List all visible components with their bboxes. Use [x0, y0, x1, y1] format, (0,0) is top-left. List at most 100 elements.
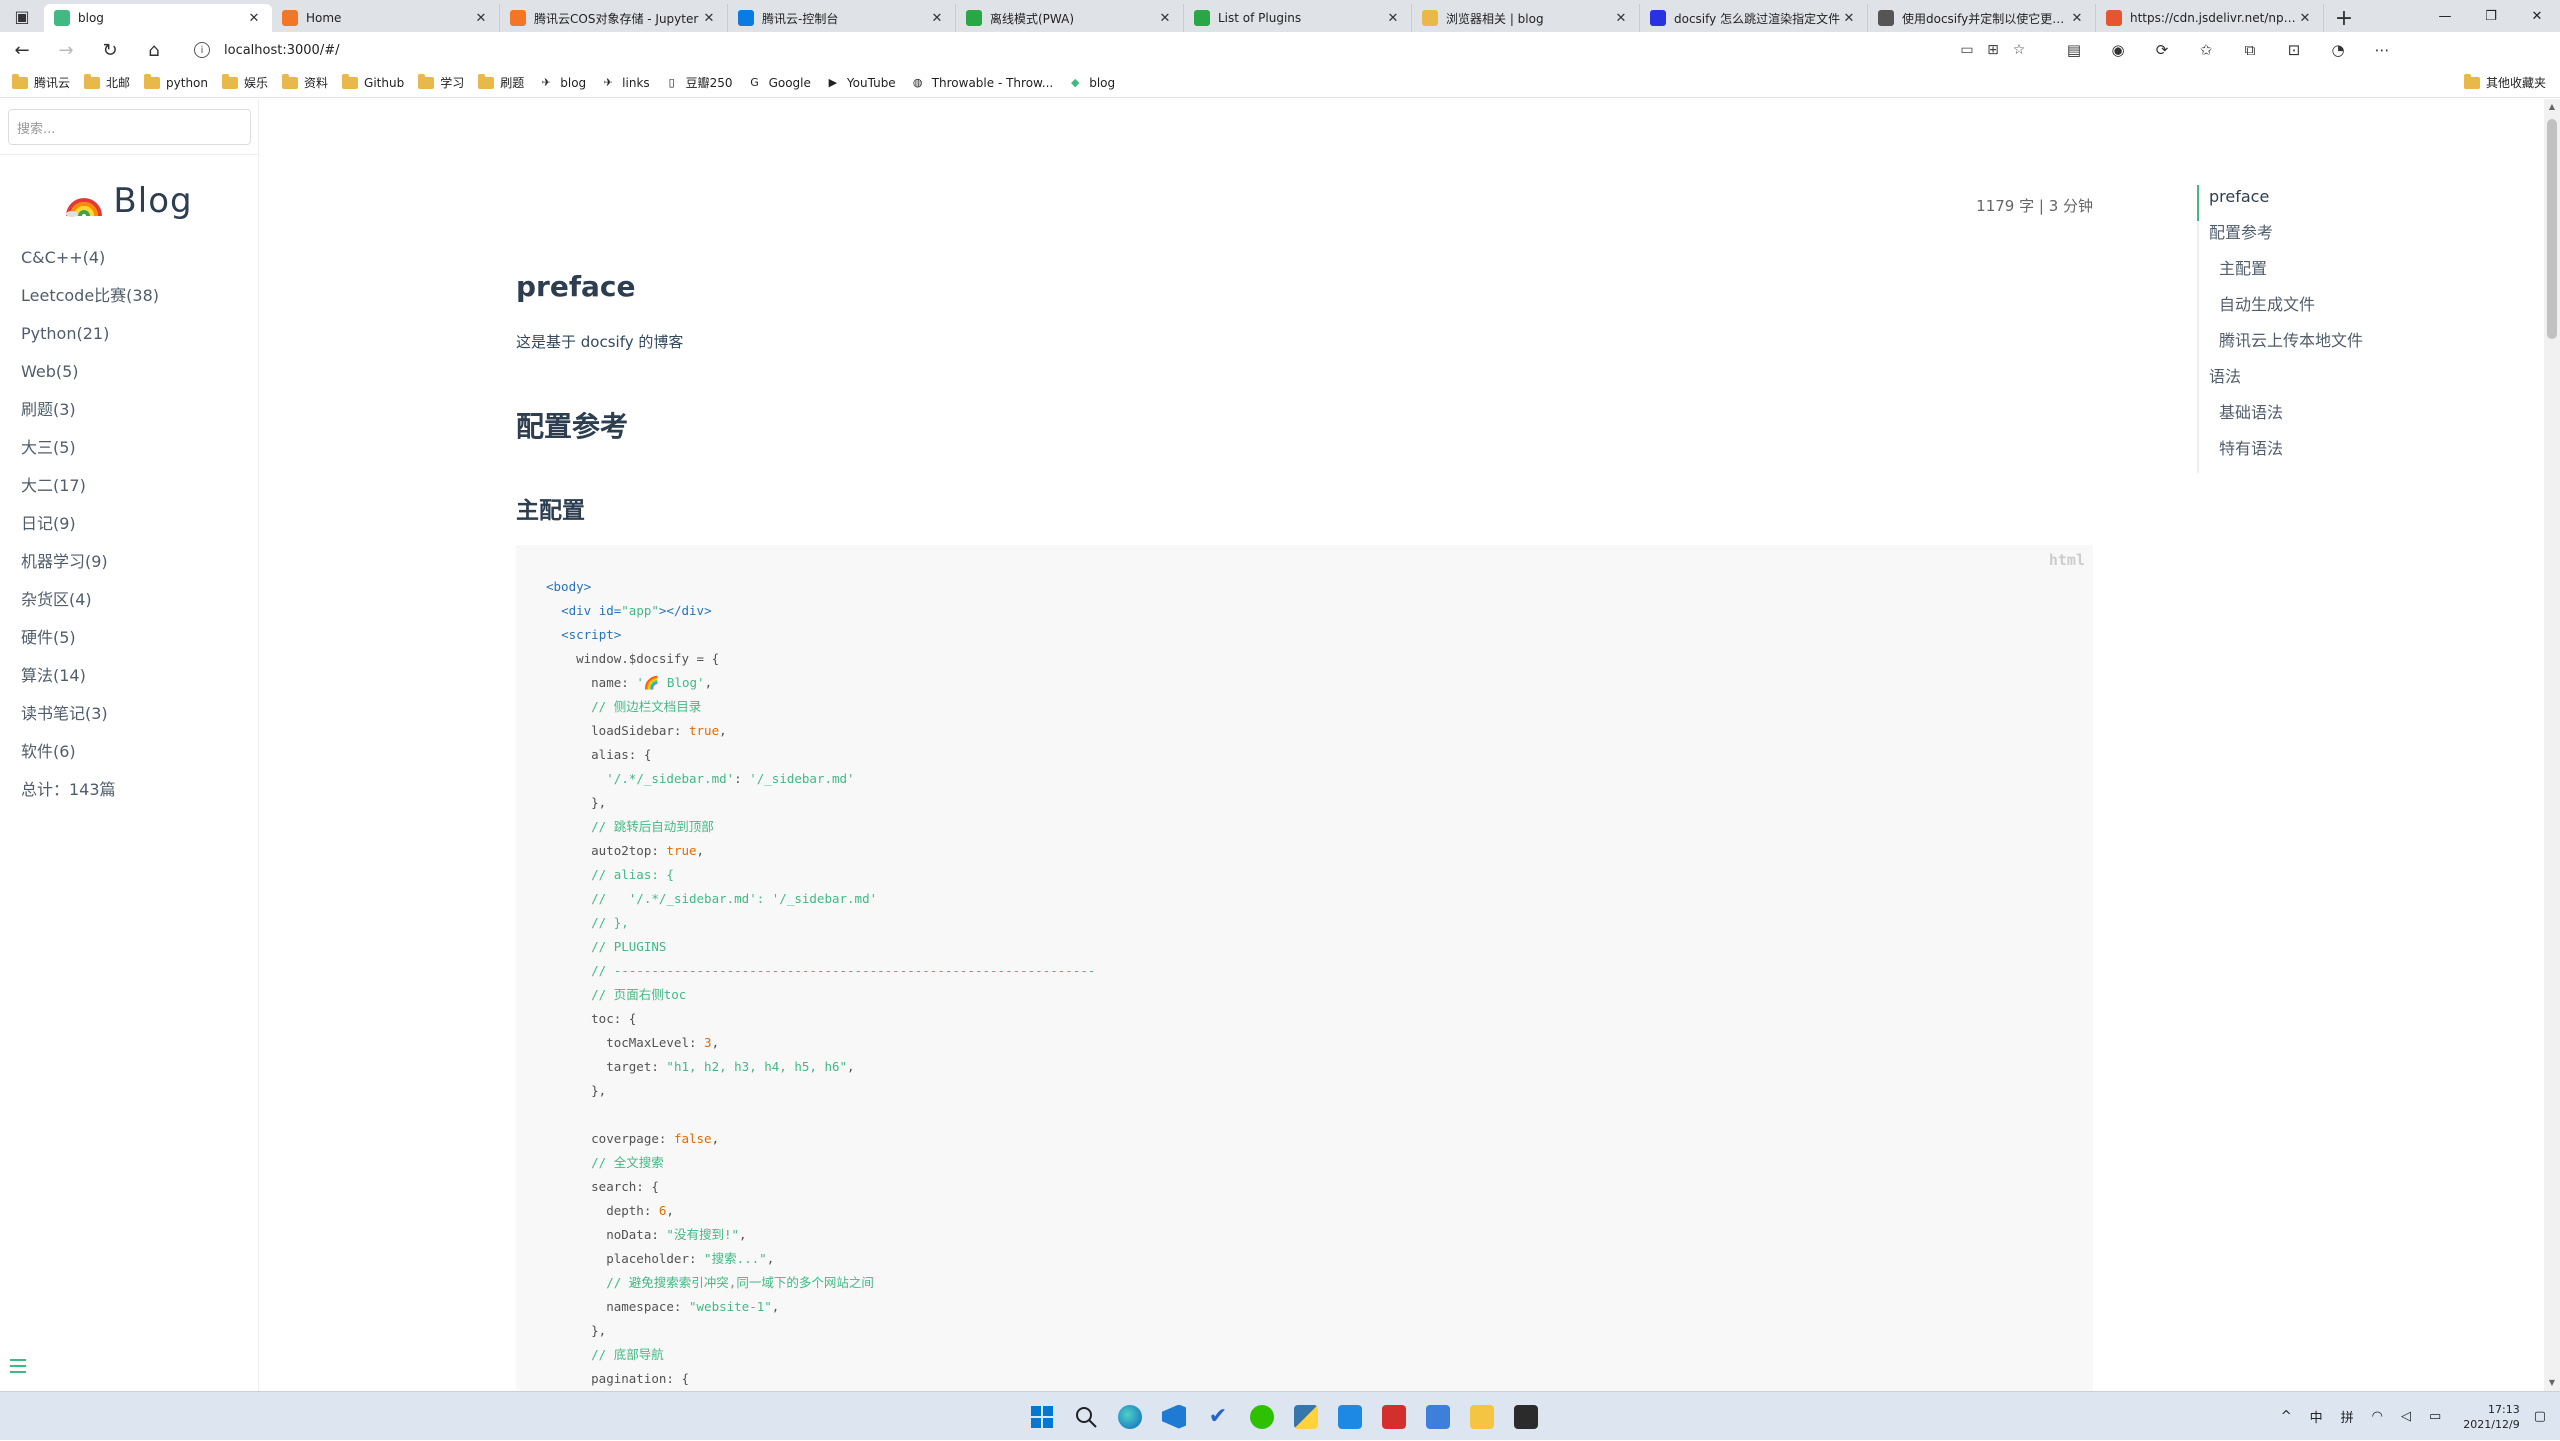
edge-browser-icon[interactable] — [1108, 1397, 1152, 1437]
tab-close-icon[interactable]: ✕ — [246, 11, 262, 26]
typora-icon[interactable] — [1372, 1397, 1416, 1437]
restore-icon[interactable]: ❐ — [2468, 0, 2514, 32]
collections-icon[interactable]: ⧉ — [2228, 32, 2272, 68]
notification-icon[interactable]: ▢ — [2534, 1409, 2546, 1424]
other-bookmarks[interactable]: 其他收藏夹 — [2463, 73, 2546, 91]
forward-icon[interactable]: → — [44, 32, 88, 68]
heading-config[interactable]: 配置参考 — [516, 405, 628, 445]
back-icon[interactable]: ← — [0, 32, 44, 68]
bookmark-item[interactable]: 学习 — [418, 73, 464, 91]
bookmark-item[interactable]: python — [144, 73, 208, 90]
bookmark-item[interactable]: Github — [342, 73, 404, 90]
extension-icon[interactable]: ▤ — [2052, 32, 2096, 68]
heading-main-config[interactable]: 主配置 — [516, 491, 585, 525]
sidebar-item[interactable]: Leetcode比赛(38) — [21, 285, 258, 323]
sidebar-item[interactable]: 机器学习(9) — [21, 551, 258, 589]
ime-mode[interactable]: 拼 — [2341, 1407, 2354, 1426]
app-icon-blue[interactable] — [1328, 1397, 1372, 1437]
tab-close-icon[interactable]: ✕ — [473, 11, 489, 26]
sidebar-item[interactable]: Python(21) — [21, 323, 258, 361]
tab-close-icon[interactable]: ✕ — [1613, 11, 1629, 26]
tab-actions-icon[interactable]: ▣ — [0, 0, 44, 32]
browser-tab[interactable]: 离线模式(PWA) ✕ — [956, 4, 1184, 32]
browser-tab[interactable]: blog ✕ — [44, 4, 272, 32]
favorites-icon[interactable]: ✩ — [2184, 32, 2228, 68]
sidebar-item[interactable]: C&C++(4) — [21, 247, 258, 285]
bookmark-item[interactable]: ✈ blog — [538, 75, 587, 91]
minimize-icon[interactable]: — — [2422, 0, 2468, 32]
heading-preface[interactable]: preface — [516, 270, 636, 303]
sidebar-item[interactable]: Web(5) — [21, 361, 258, 399]
sidebar-item[interactable]: 大二(17) — [21, 475, 258, 513]
toc-item[interactable]: 主配置 — [2199, 257, 2363, 293]
tab-close-icon[interactable]: ✕ — [2069, 11, 2085, 26]
tray-chevron-icon[interactable]: ^ — [2281, 1409, 2292, 1424]
vscode-icon[interactable] — [1152, 1397, 1196, 1437]
tab-close-icon[interactable]: ✕ — [1157, 11, 1173, 26]
bookmark-item[interactable]: 资料 — [282, 73, 328, 91]
toc-item[interactable]: 特有语法 — [2199, 437, 2363, 473]
tab-close-icon[interactable]: ✕ — [2297, 11, 2313, 26]
toc-item[interactable]: 语法 — [2199, 365, 2363, 401]
sidebar-item[interactable]: 读书笔记(3) — [21, 703, 258, 741]
tab-close-icon[interactable]: ✕ — [1385, 11, 1401, 26]
app-icon-tools[interactable] — [1416, 1397, 1460, 1437]
app-brand[interactable]: Blog — [0, 181, 258, 221]
refresh-icon[interactable]: ↻ — [88, 32, 132, 68]
color-extension-icon[interactable]: ◉ — [2096, 32, 2140, 68]
toc-item[interactable]: 配置参考 — [2199, 221, 2363, 257]
browser-tab[interactable]: 腾讯云-控制台 ✕ — [728, 4, 956, 32]
bookmark-item[interactable]: ✈ links — [600, 75, 650, 91]
ime-lang[interactable]: 中 — [2310, 1407, 2323, 1426]
url-field[interactable]: i localhost:3000/#/ ▭ ⊞ ☆ — [182, 36, 2052, 64]
bookmark-item[interactable]: ◍ Throwable - Throw... — [910, 75, 1053, 91]
tab-close-icon[interactable]: ✕ — [1841, 11, 1857, 26]
toc-item[interactable]: 腾讯云上传本地文件 — [2199, 329, 2363, 365]
toc-item[interactable]: preface — [2197, 185, 2363, 221]
app-install-icon[interactable]: ⊞ — [1980, 42, 2006, 58]
browser-tab[interactable]: 使用docsify并定制以使它更强大 ✕ — [1868, 4, 2096, 32]
close-window-icon[interactable]: ✕ — [2514, 0, 2560, 32]
file-explorer-icon[interactable] — [1460, 1397, 1504, 1437]
scroll-thumb[interactable] — [2547, 119, 2557, 339]
wifi-icon[interactable]: ◠ — [2372, 1409, 2383, 1424]
favorite-star-icon[interactable]: ☆ — [2006, 42, 2032, 58]
more-menu-icon[interactable]: ⋯ — [2360, 32, 2404, 68]
browser-tab[interactable]: Home ✕ — [272, 4, 500, 32]
browser-tab[interactable]: docsify 怎么跳过渲染指定文件 ✕ — [1640, 4, 1868, 32]
new-tab-button[interactable]: + — [2324, 4, 2364, 32]
sidebar-item[interactable]: 总计：143篇 — [21, 779, 258, 817]
bookmark-item[interactable]: ▯ 豆瓣250 — [664, 74, 733, 91]
sidebar-item[interactable]: 刷题(3) — [21, 399, 258, 437]
page-scrollbar[interactable]: ▲ ▼ — [2544, 99, 2560, 1391]
tab-close-icon[interactable]: ✕ — [929, 11, 945, 26]
browser-tab[interactable]: https://cdn.jsdelivr.net/npm/d ✕ — [2096, 4, 2324, 32]
bookmark-item[interactable]: 娱乐 — [222, 73, 268, 91]
scroll-down-icon[interactable]: ▼ — [2544, 1375, 2560, 1391]
battery-icon[interactable]: ▭ — [2429, 1409, 2441, 1424]
home-icon[interactable]: ⌂ — [132, 32, 176, 68]
sidebar-toggle-icon[interactable] — [10, 1359, 26, 1377]
browser-tab[interactable]: 浏览器相关 | blog ✕ — [1412, 4, 1640, 32]
search-input[interactable]: 搜索... — [8, 109, 251, 145]
start-icon[interactable] — [1020, 1397, 1064, 1437]
profile-avatar-icon[interactable]: ◔ — [2316, 32, 2360, 68]
bookmark-item[interactable]: 北邮 — [84, 73, 130, 91]
scroll-up-icon[interactable]: ▲ — [2544, 99, 2560, 115]
volume-icon[interactable]: ◁ — [2401, 1409, 2411, 1424]
bookmark-item[interactable]: 腾讯云 — [12, 73, 70, 91]
browser-tab[interactable]: List of Plugins ✕ — [1184, 4, 1412, 32]
sidebar-item[interactable]: 杂货区(4) — [21, 589, 258, 627]
clock[interactable]: 17:13 2021/12/9 — [2463, 1402, 2519, 1432]
tab-close-icon[interactable]: ✕ — [701, 11, 717, 26]
bookmark-item[interactable]: 刷题 — [478, 73, 524, 91]
search-icon[interactable] — [1064, 1397, 1108, 1437]
toc-item[interactable]: 自动生成文件 — [2199, 293, 2363, 329]
site-info-icon[interactable]: i — [194, 42, 210, 58]
browser-tab[interactable]: 腾讯云COS对象存储 - Jupyter ✕ — [500, 4, 728, 32]
reader-icon[interactable]: ▭ — [1954, 42, 1980, 58]
python-icon[interactable] — [1284, 1397, 1328, 1437]
sidebar-item[interactable]: 大三(5) — [21, 437, 258, 475]
wechat-icon[interactable] — [1240, 1397, 1284, 1437]
terminal-icon[interactable] — [1504, 1397, 1548, 1437]
